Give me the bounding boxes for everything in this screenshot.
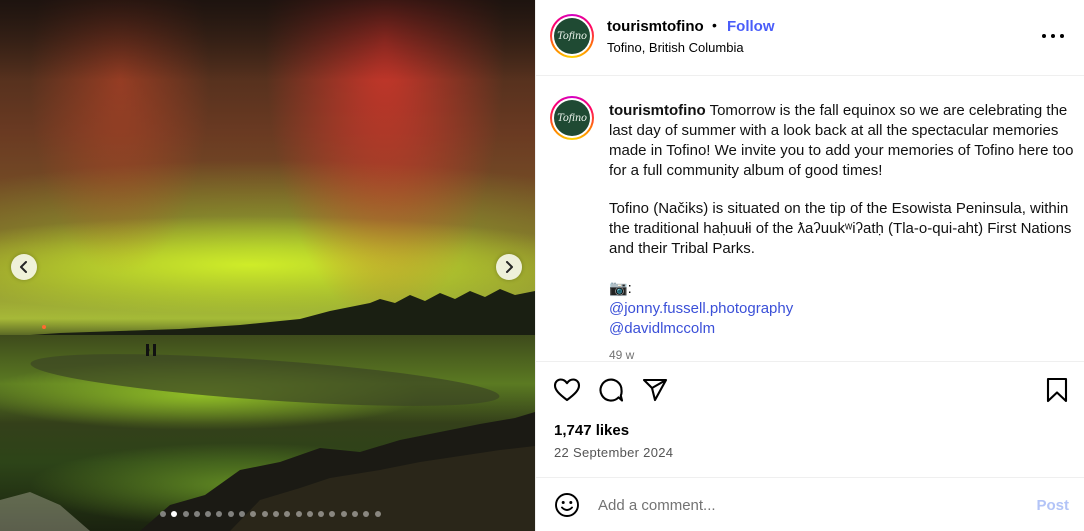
- comment-input[interactable]: [598, 491, 1018, 519]
- carousel-indicator: [160, 511, 381, 517]
- carousel-dot: [306, 511, 313, 517]
- avatar[interactable]: Tofino: [550, 14, 594, 58]
- username-link[interactable]: tourismtofino: [607, 18, 704, 35]
- carousel-dot: [160, 511, 166, 517]
- carousel-dot: [340, 511, 347, 517]
- likes-count[interactable]: 1,747 likes: [554, 422, 629, 439]
- carousel-dot: [182, 511, 189, 517]
- carousel-dot: [205, 511, 212, 517]
- carousel-dot: [216, 511, 223, 517]
- carousel-dot: [318, 511, 325, 517]
- carousel-dot: [284, 511, 291, 517]
- post-sidebar: Tofino tourismtofino • Follow Tofino, Br…: [535, 0, 1084, 531]
- comment-bar: Post: [536, 477, 1084, 531]
- heart-icon[interactable]: [553, 376, 581, 404]
- avatar-logo: Tofino: [554, 100, 590, 136]
- avatar-logo: Tofino: [554, 18, 590, 54]
- caption-text: tourismtofino Tomorrow is the fall equin…: [609, 101, 1075, 361]
- camera-emoji: 📷:: [609, 280, 632, 297]
- post-age[interactable]: 49 w: [609, 345, 1075, 361]
- carousel-dot: [363, 511, 370, 517]
- carousel-prev-button[interactable]: [11, 254, 37, 280]
- carousel-dot: [374, 511, 381, 517]
- carousel-dot: [261, 511, 268, 517]
- carousel-dot: [171, 511, 178, 517]
- carousel-dot: [250, 511, 257, 517]
- foreground-rocks: [0, 325, 535, 531]
- action-bar: [536, 370, 1084, 410]
- chevron-left-icon: [20, 261, 27, 273]
- post-comment-button[interactable]: Post: [1036, 497, 1069, 514]
- carousel-next-button[interactable]: [496, 254, 522, 280]
- bookmark-icon[interactable]: [1043, 376, 1071, 404]
- mention-link-2[interactable]: @davidlmccolm: [609, 319, 1075, 339]
- share-icon[interactable]: [641, 376, 669, 404]
- post-header: Tofino tourismtofino • Follow Tofino, Br…: [536, 0, 1084, 76]
- caption-username[interactable]: tourismtofino: [609, 102, 706, 119]
- carousel-dot: [227, 511, 234, 517]
- more-options-icon[interactable]: [1042, 28, 1064, 44]
- chevron-right-icon: [506, 261, 513, 273]
- caption-paragraph-2: Tofino (Načiks) is situated on the tip o…: [609, 200, 1072, 257]
- carousel-dot: [239, 511, 246, 517]
- carousel-dot: [352, 511, 359, 517]
- follow-button[interactable]: Follow: [727, 18, 775, 35]
- carousel-dot: [272, 511, 279, 517]
- mention-link-1[interactable]: @jonny.fussell.photography: [609, 299, 1075, 319]
- post-date: 22 September 2024: [554, 445, 674, 460]
- emoji-icon[interactable]: [554, 492, 580, 518]
- carousel-dot: [329, 511, 336, 517]
- carousel-dot: [193, 511, 200, 517]
- separator-dot: •: [712, 17, 717, 33]
- post-image[interactable]: [0, 0, 535, 531]
- comment-icon[interactable]: [597, 376, 625, 404]
- location-link[interactable]: Tofino, British Columbia: [607, 40, 744, 55]
- carousel-dot: [295, 511, 302, 517]
- caption-avatar[interactable]: Tofino: [550, 96, 594, 140]
- caption-section: Tofino tourismtofino Tomorrow is the fal…: [536, 76, 1084, 362]
